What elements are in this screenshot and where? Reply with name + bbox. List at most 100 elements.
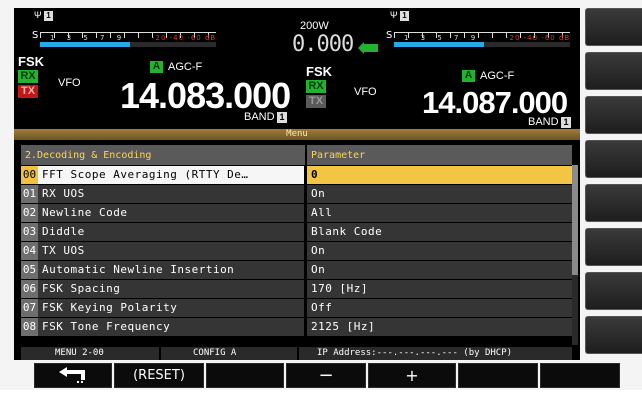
rx-indicator-left: RX xyxy=(18,70,38,83)
band-number-left: 1 xyxy=(277,112,287,123)
menu-row-value: Off xyxy=(311,301,333,314)
plus-button[interactable]: + xyxy=(368,363,456,388)
ip-address-status: IP Address:---.---.---.--- (by DHCP) xyxy=(317,348,513,358)
back-arrow-icon xyxy=(59,367,85,383)
tx-indicator-right: TX xyxy=(306,95,326,108)
minus-button[interactable]: − xyxy=(286,363,366,388)
menu-row-value: Blank Code xyxy=(311,225,383,238)
menu-row-value: On xyxy=(311,263,326,276)
menu-number-status: MENU 2-00 xyxy=(55,348,104,358)
menu-row-value: 2125 [Hz] xyxy=(311,320,376,333)
band-label-right: BAND xyxy=(528,116,559,128)
menu-row-name: Newline Code xyxy=(42,206,128,219)
vfo-label-right: VFO xyxy=(354,86,377,98)
menu-row-06[interactable]: 06 FSK Spacing 170 [Hz] xyxy=(21,280,572,298)
menu-group-title: 2.Decoding & Encoding xyxy=(25,150,152,161)
s-meter-bar xyxy=(40,42,130,47)
s-meter-scale: 1 3 5 7 9 xyxy=(50,34,127,42)
menu-row-value: 170 [Hz] xyxy=(311,282,368,295)
menu-row-value: On xyxy=(311,244,326,257)
antenna-icon-right: Ψ xyxy=(390,10,398,20)
menu-row-name: RX UOS xyxy=(42,187,85,200)
side-key-7[interactable] xyxy=(585,272,642,310)
vfo-arrow-icon xyxy=(358,42,378,54)
tx-indicator-left: TX xyxy=(18,85,38,98)
s-meter-left: 1 3 5 7 9 -20 -40 -60 dB xyxy=(40,32,216,48)
side-key-3[interactable] xyxy=(585,96,642,134)
mode-label-right: FSK xyxy=(306,64,332,79)
menu-row-name: FSK Tone Frequency xyxy=(42,320,171,333)
side-key-1[interactable] xyxy=(585,8,642,46)
rit-offset: 0.000 xyxy=(292,32,354,57)
menu-row-08[interactable]: 08 FSK Tone Frequency 2125 [Hz] xyxy=(21,318,572,336)
menu-scrollbar[interactable] xyxy=(572,165,578,345)
menu-row-name: TX UOS xyxy=(42,244,85,257)
menu-title: Menu xyxy=(14,129,580,140)
status-bar: MENU 2-00 CONFIG A IP Address:---.---.--… xyxy=(21,347,572,360)
side-key-8[interactable] xyxy=(585,316,642,354)
antenna-number: 1 xyxy=(44,11,53,21)
menu-row-value: 0 xyxy=(311,168,319,181)
s-meter-db-scale-right: -20 -40 -60 dB xyxy=(506,34,571,42)
menu-row-07[interactable]: 07 FSK Keying Polarity Off xyxy=(21,299,572,317)
display-screen: Ψ 1 S 1 3 5 7 9 -20 -40 -60 dB FSK RX TX… xyxy=(14,8,580,360)
menu-row-number: 07 xyxy=(21,299,38,317)
menu-row-04[interactable]: 04 TX UOS On xyxy=(21,242,572,260)
menu-row-02[interactable]: 02 Newline Code All xyxy=(21,204,572,222)
radio-panel: Ψ 1 S 1 3 5 7 9 -20 -40 -60 dB FSK RX TX… xyxy=(0,0,642,390)
s-meter-db-scale: -20 -40 -60 dB xyxy=(152,34,217,42)
rx-indicator-right: RX xyxy=(306,80,326,93)
menu-row-number: 04 xyxy=(21,242,38,260)
menu-row-value: On xyxy=(311,187,326,200)
menu-row-name: Diddle xyxy=(42,225,85,238)
vfo-a-badge-left: A xyxy=(150,61,163,73)
s-meter-label: S xyxy=(32,30,39,41)
config-status: CONFIG A xyxy=(193,348,237,358)
menu-row-number: 05 xyxy=(21,261,38,279)
menu-header: 2.Decoding & Encoding Parameter xyxy=(21,145,572,165)
power-level: 200W xyxy=(300,20,329,32)
function-key-bar: (RESET) − + xyxy=(34,363,642,390)
function-key-6[interactable] xyxy=(458,363,538,388)
s-meter-bar-right xyxy=(394,42,484,47)
vfo-a-badge-right: A xyxy=(462,70,475,82)
side-key-6[interactable] xyxy=(585,228,642,266)
side-key-5[interactable] xyxy=(585,184,642,222)
antenna-number-right: 1 xyxy=(400,11,409,21)
s-meter-label-right: S xyxy=(386,30,393,41)
menu-row-03[interactable]: 03 Diddle Blank Code xyxy=(21,223,572,241)
menu-row-value: All xyxy=(311,206,333,219)
side-key-2[interactable] xyxy=(585,52,642,90)
function-key-3[interactable] xyxy=(206,363,284,388)
agc-label-right: AGC-F xyxy=(480,70,515,82)
band-label-left: BAND xyxy=(244,111,275,123)
band-number-right: 1 xyxy=(561,117,571,128)
menu-row-05[interactable]: 05 Automatic Newline Insertion On xyxy=(21,261,572,279)
reset-button[interactable]: (RESET) xyxy=(114,363,204,388)
agc-label-left: AGC-F xyxy=(168,61,203,73)
menu-scroll-thumb[interactable] xyxy=(572,165,578,275)
menu-row-number: 06 xyxy=(21,280,38,298)
antenna-icon: Ψ xyxy=(34,10,42,20)
frequency-left: 14.083.000 xyxy=(120,75,291,116)
vfo-label-left: VFO xyxy=(58,77,81,89)
mode-label-left: FSK xyxy=(18,54,44,69)
function-key-7[interactable] xyxy=(540,363,620,388)
s-meter-right: 1 3 5 7 9 -20 -40 -60 dB xyxy=(394,32,570,48)
back-button[interactable] xyxy=(34,363,112,388)
menu-row-name: Automatic Newline Insertion xyxy=(42,263,235,276)
menu-row-number: 03 xyxy=(21,223,38,241)
menu-row-name: FSK Keying Polarity xyxy=(42,301,178,314)
menu-row-number: 02 xyxy=(21,204,38,222)
s-meter-scale-right: 1 3 5 7 9 xyxy=(404,34,481,42)
menu-row-01[interactable]: 01 RX UOS On xyxy=(21,185,572,203)
menu-row-number: 08 xyxy=(21,318,38,336)
menu-row-name: FFT Scope Averaging (RTTY De… xyxy=(42,168,249,181)
menu-row-number: 01 xyxy=(21,185,38,203)
menu-row-00[interactable]: 00 FFT Scope Averaging (RTTY De… 0 xyxy=(21,166,572,184)
menu-row-name: FSK Spacing xyxy=(42,282,121,295)
menu-row-number: 00 xyxy=(21,166,38,184)
parameter-column-header: Parameter xyxy=(311,150,366,161)
side-key-4[interactable] xyxy=(585,140,642,178)
frequency-right: 14.087.000 xyxy=(422,85,568,120)
